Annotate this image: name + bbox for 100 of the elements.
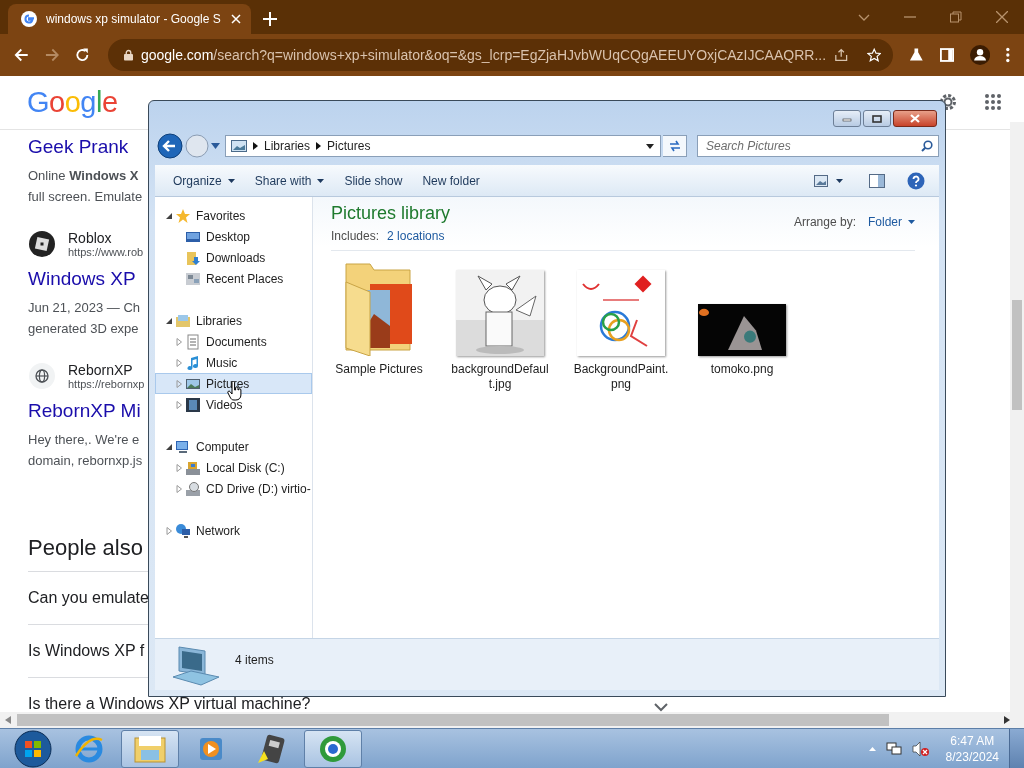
film-icon bbox=[185, 396, 201, 413]
nav-item[interactable]: Favorites bbox=[155, 205, 312, 226]
question-item[interactable]: Is there a Windows XP virtual machine? bbox=[28, 695, 311, 713]
taskbar-button[interactable] bbox=[304, 729, 362, 768]
lock-icon bbox=[123, 49, 133, 61]
library-folder-icon bbox=[175, 312, 191, 329]
caret-icon bbox=[227, 178, 235, 183]
taskbar-button[interactable] bbox=[121, 729, 179, 768]
share-icon[interactable] bbox=[834, 47, 849, 63]
question-item[interactable]: Is Windows XP f bbox=[28, 625, 145, 677]
nav-item[interactable]: CD Drive (D:) virtio- bbox=[155, 478, 312, 499]
nav-item[interactable]: Network bbox=[155, 520, 312, 541]
scroll-left-icon[interactable] bbox=[5, 716, 11, 724]
side-panel-icon[interactable] bbox=[939, 47, 955, 63]
nav-item[interactable]: Recent Places bbox=[155, 268, 312, 289]
result-snippet: Hey there,. We're e bbox=[28, 431, 141, 449]
section-heading: People also bbox=[28, 535, 143, 562]
maximize-button[interactable] bbox=[863, 110, 891, 127]
result-title-link[interactable]: RebornXP Mi bbox=[28, 398, 141, 424]
tree-arrow-icon[interactable] bbox=[165, 316, 173, 325]
toolbar-button[interactable]: Share with bbox=[246, 168, 337, 193]
recent-pages-caret-icon[interactable] bbox=[211, 143, 220, 149]
maximize-icon bbox=[872, 114, 882, 123]
refresh-arrows-icon bbox=[667, 140, 682, 152]
view-options-icon[interactable] bbox=[814, 174, 828, 187]
file-item[interactable]: tomoko.png bbox=[686, 260, 798, 392]
address-bar[interactable]: Libraries Pictures bbox=[225, 135, 661, 157]
back-button[interactable] bbox=[157, 133, 183, 159]
file-item[interactable]: BackgroundPaint.png bbox=[565, 260, 677, 392]
result-title-link[interactable]: Windows XP bbox=[28, 266, 136, 292]
caret-icon bbox=[317, 178, 325, 183]
nav-item[interactable]: Videos bbox=[155, 394, 312, 415]
reload-icon[interactable] bbox=[75, 47, 90, 63]
nav-item[interactable]: Libraries bbox=[155, 310, 312, 331]
nav-item[interactable]: Computer bbox=[155, 436, 312, 457]
vertical-scrollbar[interactable] bbox=[1010, 122, 1024, 712]
breadcrumb-item[interactable]: Libraries bbox=[264, 139, 311, 153]
settings-icon[interactable] bbox=[938, 92, 958, 112]
address-field[interactable]: google.com/search?q=windows+xp+simulator&oq=&gs_lcrp=EgZjaHJvbWUqCQgAEEUYOxjCAzIJCAAQRR... bbox=[107, 39, 893, 71]
computer-icon bbox=[171, 645, 221, 687]
tree-arrow-icon[interactable] bbox=[165, 442, 173, 451]
breadcrumb-arrow-icon[interactable] bbox=[316, 142, 322, 150]
close-button[interactable] bbox=[893, 110, 937, 127]
arrange-dropdown[interactable]: Folder bbox=[868, 215, 915, 229]
star-icon bbox=[175, 207, 191, 224]
help-icon[interactable] bbox=[907, 171, 925, 190]
toolbar-button[interactable]: Slide show bbox=[336, 168, 415, 193]
minimize-icon bbox=[842, 115, 852, 122]
start-button[interactable] bbox=[14, 729, 52, 768]
arrange-label: Arrange by: bbox=[793, 215, 856, 229]
file-item[interactable]: Sample Pictures bbox=[323, 260, 435, 392]
site-url[interactable]: https://www.rob bbox=[68, 246, 144, 258]
search-icon[interactable] bbox=[921, 140, 933, 152]
site-logo-icon bbox=[28, 230, 56, 258]
refresh-button[interactable] bbox=[663, 135, 687, 157]
back-icon[interactable] bbox=[14, 47, 29, 63]
library-title: Pictures library bbox=[331, 203, 451, 224]
browser-tab[interactable]: windows xp simulator - Google S bbox=[8, 4, 251, 34]
menu-icon[interactable] bbox=[1006, 47, 1010, 63]
close-icon[interactable] bbox=[996, 11, 1008, 23]
result-snippet: Online Windows X bbox=[28, 167, 140, 185]
minimize-button[interactable] bbox=[833, 110, 861, 127]
result-snippet: Jun 21, 2023 — Ch bbox=[28, 299, 141, 317]
result-title-link[interactable]: Geek Prank bbox=[28, 134, 129, 160]
volume-muted-icon[interactable] bbox=[911, 740, 930, 757]
apps-grid-icon[interactable] bbox=[984, 93, 1002, 111]
result-snippet: generated 3D expe bbox=[28, 320, 140, 338]
horizontal-scrollbar[interactable] bbox=[0, 712, 1024, 728]
result-snippet: domain, rebornxp.js bbox=[28, 452, 143, 470]
nav-item[interactable]: Documents bbox=[155, 331, 312, 352]
restore-icon[interactable] bbox=[950, 11, 962, 23]
preview-pane-icon[interactable] bbox=[869, 173, 885, 188]
toolbar-button[interactable]: New folder bbox=[414, 168, 492, 193]
nav-item[interactable]: Downloads bbox=[155, 247, 312, 268]
caret-icon[interactable] bbox=[646, 143, 654, 149]
question-item[interactable]: Can you emulate bbox=[28, 572, 149, 624]
forward-icon[interactable] bbox=[44, 47, 60, 63]
nav-item[interactable]: Desktop bbox=[155, 226, 312, 247]
download-folder-icon bbox=[185, 249, 201, 266]
bookmark-star-icon[interactable] bbox=[866, 47, 881, 63]
google-logo[interactable]: Google bbox=[27, 86, 118, 119]
result-snippet: full screen. Emulate bbox=[28, 188, 143, 206]
flask-icon[interactable] bbox=[908, 47, 924, 63]
scroll-right-icon[interactable] bbox=[1004, 716, 1010, 724]
nav-item[interactable]: Music bbox=[155, 352, 312, 373]
ring-icon bbox=[318, 733, 348, 764]
search-field[interactable]: Search Pictures bbox=[697, 135, 939, 157]
site-url[interactable]: https://rebornxp bbox=[68, 378, 145, 390]
new-tab-icon[interactable] bbox=[263, 12, 277, 26]
tree-arrow-icon[interactable] bbox=[165, 211, 173, 220]
locations-link[interactable]: 2 locations bbox=[387, 229, 445, 243]
profile-avatar-icon[interactable] bbox=[970, 44, 991, 66]
file-item[interactable]: backgroundDefault.jpg bbox=[444, 260, 556, 392]
chevron-down-icon[interactable] bbox=[654, 702, 668, 712]
breadcrumb-item[interactable]: Pictures bbox=[327, 139, 371, 153]
toolbar-button[interactable]: Organize bbox=[165, 168, 247, 193]
nav-item[interactable]: Local Disk (C:) bbox=[155, 457, 312, 478]
caret-icon[interactable] bbox=[836, 178, 843, 183]
breadcrumb-arrow-icon[interactable] bbox=[253, 142, 258, 150]
network-icon[interactable] bbox=[885, 740, 902, 757]
